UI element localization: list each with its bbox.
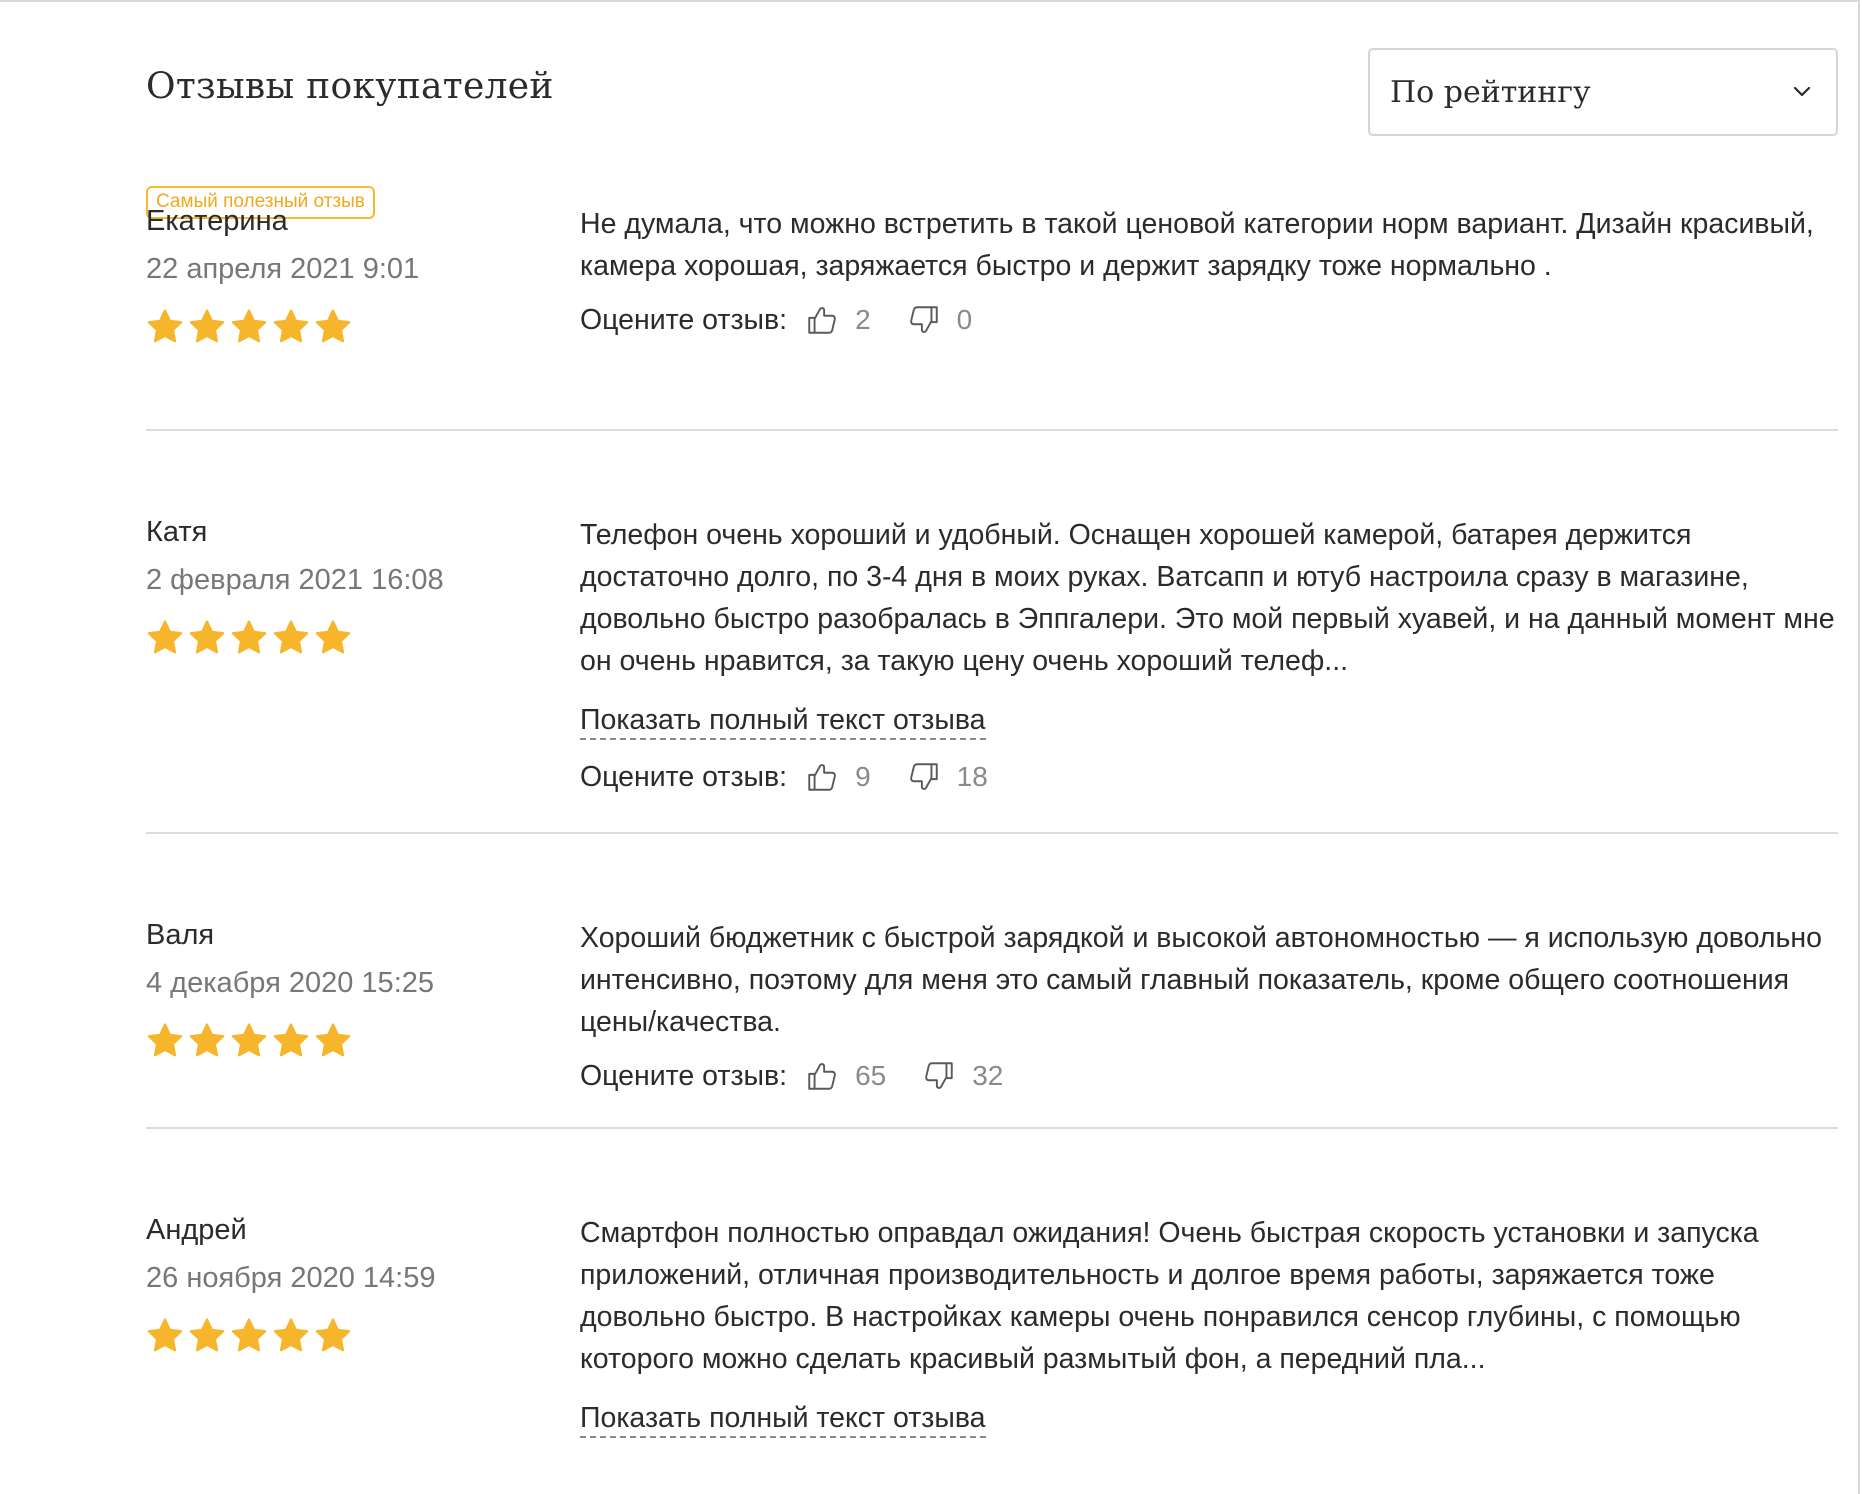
review-meta: Катя 2 февраля 2021 16:08 [146,515,566,657]
star-rating [146,1022,566,1060]
rate-label: Оцените отзыв: [580,760,788,793]
review-text: Смартфон полностью оправдал ожидания! Оч… [580,1217,1759,1375]
review-body: Телефон очень хороший и удобный. Оснащен… [580,514,1838,794]
reviews-header: Отзывы покупателей По рейтингу [146,0,1838,160]
review-item: Валя 4 декабря 2020 15:25 Хороший бюджет… [146,834,1838,1129]
dislike-count: 0 [956,304,973,335]
review-date: 4 декабря 2020 15:25 [146,967,435,999]
star-icon [230,308,268,346]
thumbs-down-icon [922,1059,972,1093]
review-author: Катя [146,516,208,548]
review-item: Катя 2 февраля 2021 16:08 Телефон очень … [146,431,1838,834]
star-icon [272,1317,310,1355]
like-button[interactable]: 9 [805,760,871,794]
star-rating [146,308,566,346]
star-icon [146,619,184,657]
review-meta: Екатерина 22 апреля 2021 9:01 [146,204,566,346]
review-meta: Валя 4 декабря 2020 15:25 [146,918,566,1060]
thumbs-up-icon [805,1059,855,1093]
star-icon [272,1022,310,1060]
star-icon [188,1022,226,1060]
star-icon [314,1317,352,1355]
review-rating-row: Оцените отзыв: 9 18 [580,760,1838,794]
dislike-count: 32 [972,1060,1004,1091]
review-author: Валя [146,919,215,951]
dislike-button[interactable]: 32 [922,1059,1003,1093]
review-text: Телефон очень хороший и удобный. Оснащен… [580,519,1835,677]
star-icon [188,308,226,346]
star-icon [272,308,310,346]
star-icon [188,619,226,657]
review-body: Смартфон полностью оправдал ожидания! Оч… [580,1212,1838,1438]
chevron-down-icon [1790,80,1814,104]
star-icon [230,1022,268,1060]
like-count: 2 [855,304,871,335]
show-full-review-link[interactable]: Показать полный текст отзыва [580,1400,986,1438]
review-item: Андрей 26 ноября 2020 14:59 Смартфон пол… [146,1129,1838,1459]
rate-label: Оцените отзыв: [580,1059,788,1092]
dislike-button[interactable]: 18 [907,760,988,794]
review-meta: Андрей 26 ноября 2020 14:59 [146,1213,566,1355]
review-text: Не думала, что можно встретить в такой ц… [580,208,1814,282]
review-item: Самый полезный отзыв Екатерина 22 апреля… [146,160,1838,431]
review-date: 26 ноября 2020 14:59 [146,1262,436,1294]
review-rating-row: Оцените отзыв: 65 32 [580,1059,1838,1093]
review-date: 22 апреля 2021 9:01 [146,253,420,285]
star-rating [146,619,566,657]
like-button[interactable]: 65 [805,1059,886,1093]
sort-select[interactable]: По рейтингу [1368,48,1838,136]
sort-value: По рейтингу [1390,74,1591,110]
star-icon [230,619,268,657]
star-icon [272,619,310,657]
page-title: Отзывы покупателей [146,66,554,107]
review-text: Хороший бюджетник с быстрой зарядкой и в… [580,922,1822,1038]
review-body: Не думала, что можно встретить в такой ц… [580,203,1838,337]
like-count: 65 [855,1060,887,1091]
like-button[interactable]: 2 [805,303,871,337]
review-rating-row: Оцените отзыв: 2 0 [580,303,1838,337]
review-author: Андрей [146,1214,247,1246]
review-date: 2 февраля 2021 16:08 [146,564,444,596]
star-icon [230,1317,268,1355]
thumbs-down-icon [907,760,957,794]
review-author: Екатерина [146,205,288,237]
dislike-count: 18 [956,761,988,792]
star-icon [188,1317,226,1355]
show-full-review-link[interactable]: Показать полный текст отзыва [580,702,986,740]
rate-label: Оцените отзыв: [580,303,788,336]
dislike-button[interactable]: 0 [907,303,973,337]
star-icon [314,619,352,657]
star-icon [314,1022,352,1060]
star-icon [146,308,184,346]
reviews-section: Отзывы покупателей По рейтингу Самый пол… [146,0,1838,1459]
star-rating [146,1317,566,1355]
thumbs-up-icon [805,303,855,337]
star-icon [146,1022,184,1060]
star-icon [146,1317,184,1355]
star-icon [314,308,352,346]
thumbs-up-icon [805,760,855,794]
thumbs-down-icon [907,303,957,337]
review-body: Хороший бюджетник с быстрой зарядкой и в… [580,917,1838,1093]
like-count: 9 [855,761,871,792]
